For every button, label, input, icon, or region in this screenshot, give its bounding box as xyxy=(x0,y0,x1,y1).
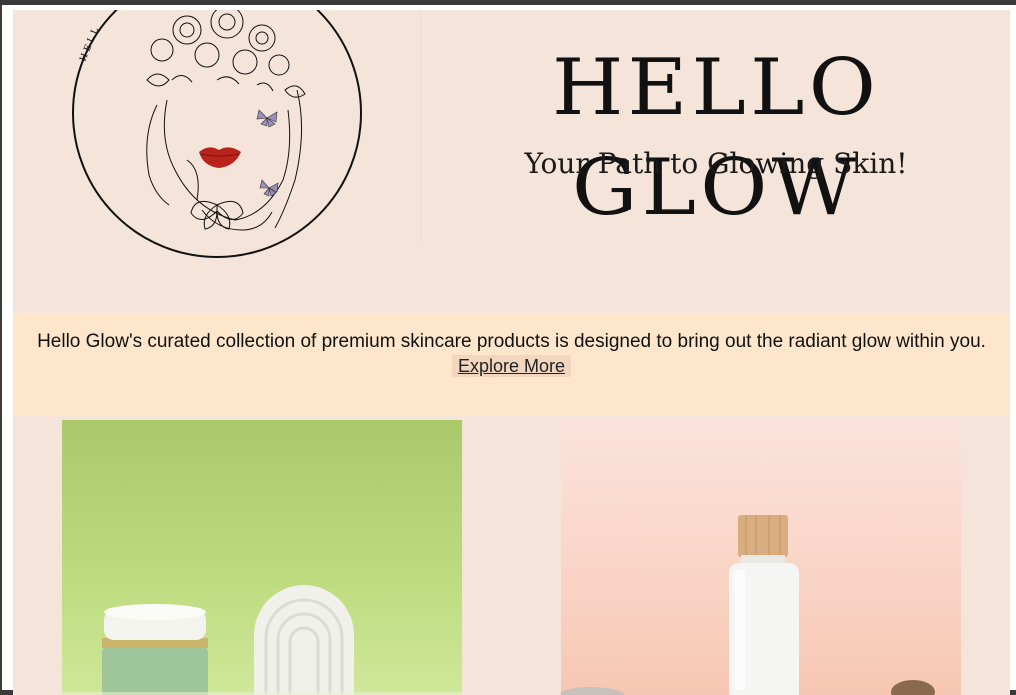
header-banner: HELL HELLO GLOW Your Path to Glowing Ski… xyxy=(13,10,1010,313)
intro-section: Hello Glow's curated collection of premi… xyxy=(13,313,1010,416)
logo-illustration: HELL xyxy=(72,10,362,258)
browser-viewport: HELL HELLO GLOW Your Path to Glowing Ski… xyxy=(0,0,1016,695)
page: HELL HELLO GLOW Your Path to Glowing Ski… xyxy=(13,10,1010,695)
intro-text: Hello Glow's curated collection of premi… xyxy=(37,331,986,352)
logo-arc-text: HELL xyxy=(79,24,103,63)
frosted-bottle-wood-cap-illustration xyxy=(561,515,935,695)
brand-title: HELLO GLOW xyxy=(551,43,881,233)
product-photo-green-jar[interactable] xyxy=(62,420,462,695)
brand-tagline: Your Path to Glowing Skin! xyxy=(524,147,908,180)
green-jar-and-arch-illustration xyxy=(62,585,462,695)
explore-more-link[interactable]: Explore More xyxy=(451,355,572,377)
product-photo-frosted-bottle[interactable] xyxy=(561,420,961,695)
